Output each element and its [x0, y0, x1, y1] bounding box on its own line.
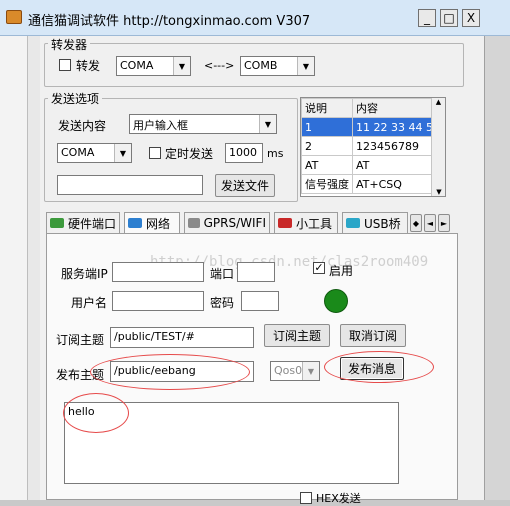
right-scrollbar-strip[interactable] — [484, 36, 510, 500]
subscribe-topic-input[interactable]: /public/TEST/# — [110, 327, 254, 348]
tools-icon — [278, 218, 292, 228]
network-icon — [128, 218, 142, 228]
subscribe-topic-label: 订阅主题 — [56, 333, 105, 347]
forward-to-port-value: COMB — [244, 59, 278, 72]
usb-bridge-icon — [346, 218, 360, 228]
tab-label: USB桥 — [364, 216, 401, 231]
maximize-button[interactable]: □ — [440, 9, 458, 27]
send-content-label: 发送内容 — [58, 119, 107, 133]
row-content: AT — [352, 155, 444, 175]
port-label: 端口 — [210, 267, 235, 281]
timed-send-checkbox[interactable] — [149, 147, 161, 159]
username-input[interactable] — [112, 291, 204, 311]
server-ip-input[interactable] — [112, 262, 204, 282]
forward-label: 转发 — [76, 59, 101, 73]
row-content: 123456789 — [352, 136, 444, 156]
table-row[interactable]: 信号强度 AT+CSQ — [301, 174, 444, 194]
row-description: 1 — [301, 117, 353, 137]
tab-scroll-right-button[interactable]: ► — [438, 214, 450, 232]
title-bar: 通信猫调试软件 http://tongxinmao.com V307 _ □ X — [0, 0, 510, 36]
password-input[interactable] — [241, 291, 279, 311]
tab-usb-bridge[interactable]: USB桥 — [342, 212, 408, 234]
chevron-down-icon: ▼ — [259, 115, 276, 133]
scroll-up-icon[interactable]: ▲ — [432, 98, 445, 106]
tab-scroll-left-button[interactable]: ◄ — [424, 214, 436, 232]
row-description: 信号强度 — [301, 174, 353, 194]
command-table-header: 说明 内容 — [301, 98, 444, 118]
tab-label: 硬件端口 — [67, 216, 116, 231]
tab-overflow-button[interactable]: ◆ — [410, 214, 422, 232]
tab-hardware-port[interactable]: 硬件端口 — [46, 212, 120, 234]
chevron-down-icon: ▼ — [173, 57, 190, 75]
minimize-button[interactable]: _ — [418, 9, 436, 27]
send-content-select[interactable]: 用户输入框 ▼ — [129, 114, 277, 134]
scroll-down-icon[interactable]: ▼ — [432, 188, 445, 196]
app-icon — [6, 10, 22, 24]
table-row[interactable]: 2 123456789 — [301, 136, 444, 156]
tab-label: GPRS/WIFI — [203, 216, 266, 230]
subscribe-button[interactable]: 订阅主题 — [264, 324, 330, 347]
hardware-port-icon — [50, 218, 64, 228]
tab-label: 小工具 — [296, 216, 333, 231]
row-content: AT+CSQ — [352, 174, 444, 194]
forward-from-port-select[interactable]: COMA ▼ — [116, 56, 191, 76]
hex-send-label: HEX发送 — [316, 492, 361, 505]
enable-label: 启用 — [329, 264, 354, 278]
interval-input[interactable]: 1000 — [225, 143, 263, 163]
row-description: AT — [301, 155, 353, 175]
server-ip-label: 服务端IP — [61, 267, 108, 281]
forwarder-group-label: 转发器 — [48, 36, 91, 53]
forward-to-port-select[interactable]: COMB ▼ — [240, 56, 315, 76]
row-content: 11 22 33 44 55 — [352, 117, 444, 137]
forward-from-port-value: COMA — [120, 59, 154, 72]
chevron-down-icon: ▼ — [114, 144, 131, 162]
tab-label: 网络 — [146, 216, 171, 231]
command-table-scrollbar[interactable]: ▲ ▼ — [431, 98, 445, 196]
qos-select[interactable]: Qos0 ▼ — [270, 361, 320, 381]
username-label: 用户名 — [71, 296, 108, 310]
left-background-strip — [0, 36, 28, 500]
window-title: 通信猫调试软件 http://tongxinmao.com V307 — [28, 14, 311, 29]
annotation-circle — [90, 354, 250, 390]
enable-checkbox[interactable]: ✓ — [313, 262, 325, 274]
send-options-group-label: 发送选项 — [48, 90, 103, 107]
qos-value: Qos0 — [274, 364, 303, 377]
connection-status-indicator — [324, 289, 348, 313]
timed-send-label: 定时发送 — [165, 147, 214, 161]
close-button[interactable]: X — [462, 9, 480, 27]
chevron-down-icon: ▼ — [297, 57, 314, 75]
send-file-button[interactable]: 发送文件 — [215, 174, 275, 197]
gprs-wifi-icon — [188, 218, 200, 228]
unsubscribe-button[interactable]: 取消订阅 — [340, 324, 406, 347]
interval-unit: ms — [267, 147, 284, 160]
send-port-value: COMA — [61, 146, 95, 159]
column-header-content: 内容 — [352, 98, 444, 118]
send-port-select[interactable]: COMA ▼ — [57, 143, 132, 163]
send-file-path-input[interactable] — [57, 175, 203, 195]
send-content-value: 用户输入框 — [133, 119, 188, 132]
row-description: 2 — [301, 136, 353, 156]
tab-gprs-wifi[interactable]: GPRS/WIFI — [184, 212, 270, 234]
annotation-circle — [63, 393, 129, 433]
table-row[interactable]: AT AT — [301, 155, 444, 175]
command-table: 说明 内容 1 11 22 33 44 55 2 123456789 AT AT… — [300, 97, 446, 197]
port-input[interactable] — [237, 262, 275, 282]
forward-arrow: <---> — [204, 59, 235, 72]
column-header-description: 说明 — [301, 98, 353, 118]
annotation-circle — [324, 351, 434, 383]
chevron-down-icon: ▼ — [302, 362, 319, 380]
tab-tools[interactable]: 小工具 — [274, 212, 338, 234]
hex-send-checkbox[interactable] — [300, 492, 312, 504]
tab-network[interactable]: 网络 — [124, 212, 180, 234]
password-label: 密码 — [210, 296, 235, 310]
table-row[interactable]: 1 11 22 33 44 55 — [301, 117, 444, 137]
forward-checkbox[interactable] — [59, 59, 71, 71]
